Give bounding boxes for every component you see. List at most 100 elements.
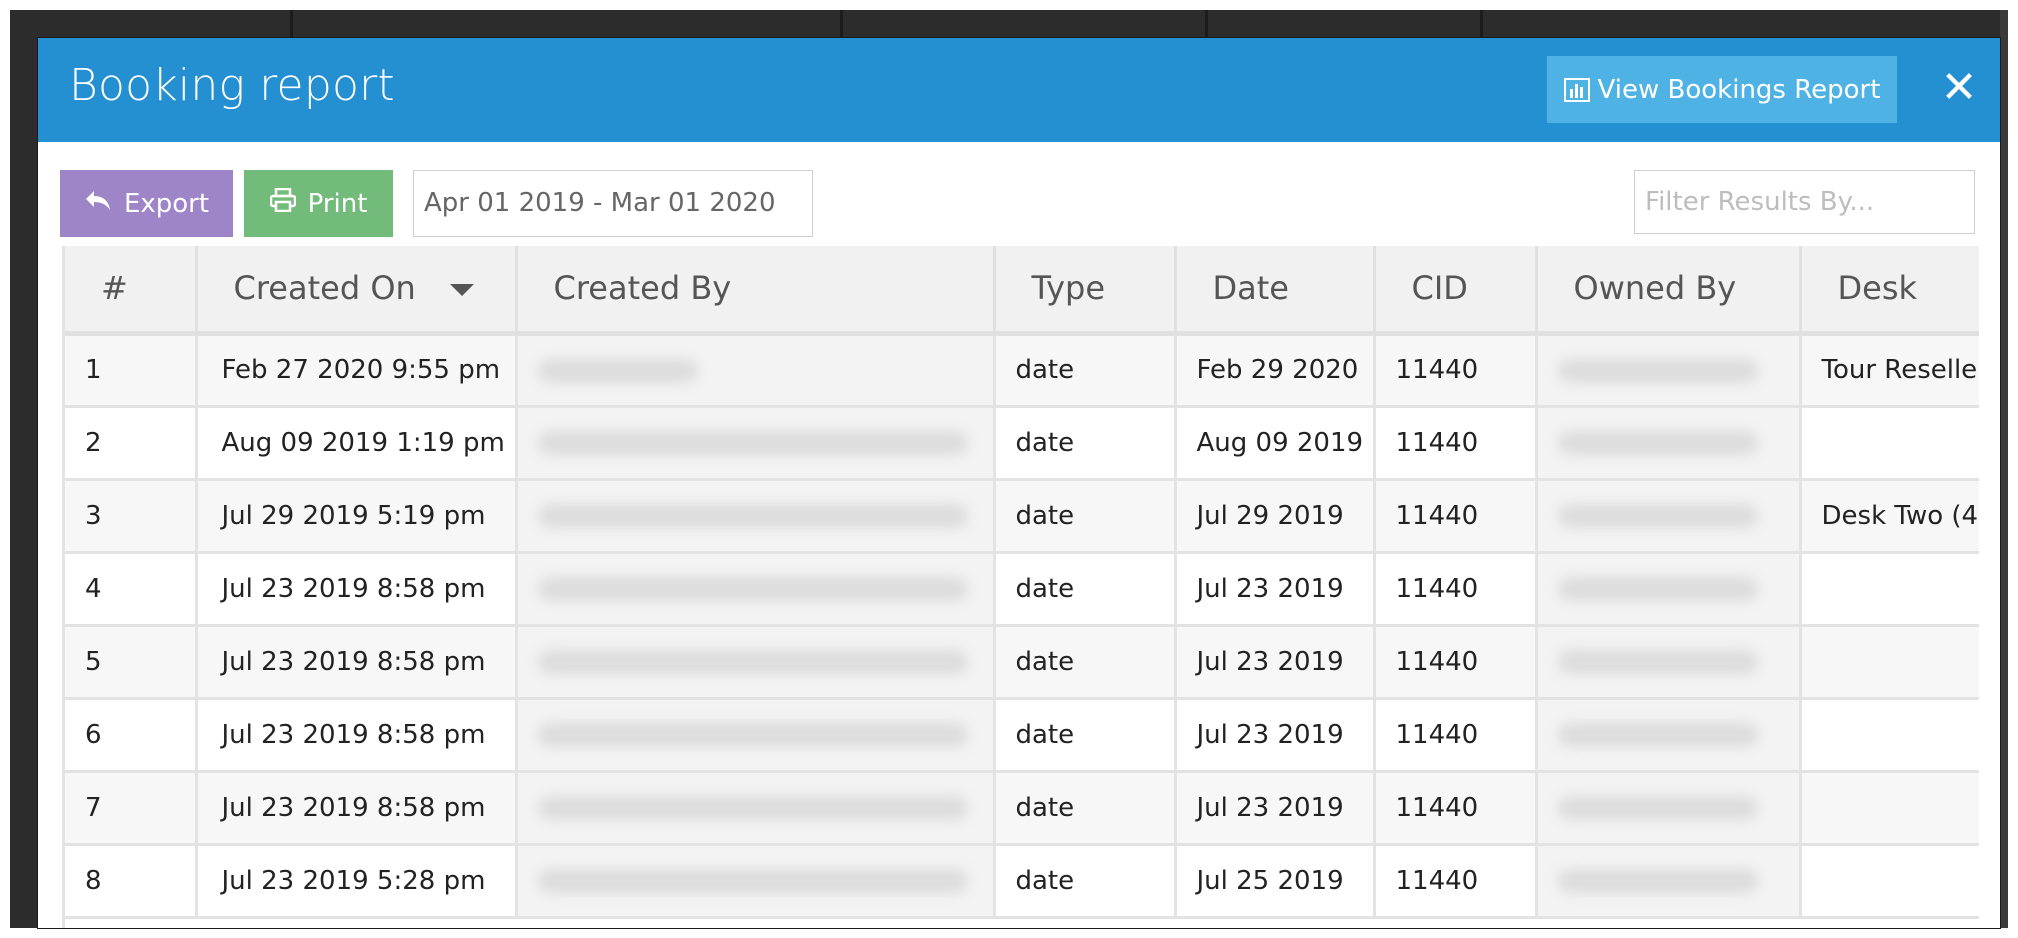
view-bookings-report-label: View Bookings Report [1597, 74, 1881, 105]
redacted-text [1557, 431, 1758, 455]
column-header-number[interactable]: # [65, 246, 198, 336]
cell-number: 7 [65, 771, 198, 846]
table-row[interactable]: 4 Jul 23 2019 8:58 pm date Jul 23 2019 1… [65, 552, 1979, 627]
cell-type: date [994, 406, 1177, 481]
bookings-table-container[interactable]: # Created On Created By Type Date CID Ow… [62, 246, 1979, 928]
redacted-text [1557, 869, 1758, 893]
cell-number: 3 [65, 479, 198, 554]
column-header-cid[interactable]: CID [1374, 246, 1538, 336]
cell-owned-by-redacted [1536, 625, 1802, 700]
cell-desk [1800, 552, 1979, 627]
cell-cid: 11440 [1374, 552, 1538, 627]
cell-created-on: Jul 23 2019 8:58 pm [196, 698, 518, 773]
cell-date: Jul 29 2019 [1175, 479, 1376, 554]
date-range-picker[interactable]: Apr 01 2019 - Mar 01 2020 [413, 170, 813, 237]
cell-date: Jul 23 2019 [1175, 625, 1376, 700]
cell-type: date [994, 698, 1177, 773]
column-header-created-on[interactable]: Created On [196, 246, 518, 336]
cell-created-on: Feb 27 2020 9:55 pm [196, 333, 518, 408]
cell-created-by-redacted [516, 625, 996, 700]
cell-date: Feb 29 2020 [1175, 333, 1376, 408]
column-header-type[interactable]: Type [994, 246, 1177, 336]
redacted-text [1557, 577, 1758, 601]
redacted-text [1557, 650, 1758, 674]
view-bookings-report-button[interactable]: View Bookings Report [1547, 56, 1897, 123]
cell-desk [1800, 698, 1979, 773]
column-header-desk[interactable]: Desk [1800, 246, 1979, 336]
redacted-text [1557, 358, 1758, 383]
cell-owned-by-redacted [1536, 844, 1802, 919]
print-label: Print [307, 188, 368, 219]
table-row[interactable]: 7 Jul 23 2019 8:58 pm date Jul 23 2019 1… [65, 771, 1979, 846]
cell-cid: 11440 [1374, 698, 1538, 773]
cell-desk [1800, 406, 1979, 481]
export-label: Export [123, 188, 210, 219]
cell-date: Aug 09 2019 [1175, 406, 1376, 481]
cell-date: Jul 25 2019 [1175, 844, 1376, 919]
modal-title: Booking report [69, 60, 395, 111]
column-header-owned-by[interactable]: Owned By [1536, 246, 1802, 336]
cell-created-by-redacted [516, 479, 996, 554]
cell-type: date [994, 552, 1177, 627]
cell-owned-by-redacted [1536, 479, 1802, 554]
cell-created-on: Jul 29 2019 5:19 pm [196, 479, 518, 554]
cell-date: Jul 23 2019 [1175, 698, 1376, 773]
cell-number: 1 [65, 333, 198, 408]
redacted-text [1557, 504, 1758, 528]
cell-number: 2 [65, 406, 198, 481]
cell-owned-by-redacted [1536, 333, 1802, 408]
cell-type: date [994, 333, 1177, 408]
cell-date: Jul 23 2019 [1175, 771, 1376, 846]
cell-created-on: Jul 23 2019 8:58 pm [196, 625, 518, 700]
booking-report-modal: Booking report View Bookings Report ✕ Ex… [38, 38, 2000, 928]
printer-icon [269, 187, 296, 219]
print-button[interactable]: Print [244, 170, 393, 237]
filter-results-input[interactable] [1634, 170, 1975, 234]
cell-created-on: Jul 23 2019 5:28 pm [196, 844, 518, 919]
cell-type: date [994, 479, 1177, 554]
redacted-text [537, 723, 968, 747]
background-divider [840, 10, 843, 40]
cell-desk: Desk Two (42 [1800, 479, 1979, 554]
cell-created-on: Jul 23 2019 8:58 pm [196, 552, 518, 627]
cell-number: 4 [65, 552, 198, 627]
column-header-date[interactable]: Date [1175, 246, 1376, 336]
table-row[interactable]: 2 Aug 09 2019 1:19 pm date Aug 09 2019 1… [65, 406, 1979, 481]
cell-type: date [994, 844, 1177, 919]
cell-owned-by-redacted [1536, 771, 1802, 846]
redacted-text [537, 650, 968, 674]
reply-arrow-icon [84, 188, 112, 219]
close-icon[interactable]: ✕ [1933, 62, 1985, 114]
cell-number: 5 [65, 625, 198, 700]
bar-chart-icon [1563, 77, 1590, 102]
table-row[interactable]: 5 Jul 23 2019 8:58 pm date Jul 23 2019 1… [65, 625, 1979, 700]
cell-created-by-redacted [516, 698, 996, 773]
redacted-text [1557, 723, 1758, 747]
table-row[interactable]: 1 Feb 27 2020 9:55 pm date Feb 29 2020 1… [65, 333, 1979, 408]
cell-date: Jul 23 2019 [1175, 552, 1376, 627]
cell-cid: 11440 [1374, 333, 1538, 408]
cell-created-by-redacted [516, 771, 996, 846]
cell-created-on: Jul 23 2019 8:58 pm [196, 771, 518, 846]
background-divider [1205, 10, 1208, 40]
background-divider [1480, 10, 1483, 40]
cell-owned-by-redacted [1536, 552, 1802, 627]
table-row[interactable]: 3 Jul 29 2019 5:19 pm date Jul 29 2019 1… [65, 479, 1979, 554]
table-row[interactable]: 6 Jul 23 2019 8:58 pm date Jul 23 2019 1… [65, 698, 1979, 773]
cell-owned-by-redacted [1536, 698, 1802, 773]
cell-cid: 11440 [1374, 771, 1538, 846]
table-row[interactable]: 8 Jul 23 2019 5:28 pm date Jul 25 2019 1… [65, 844, 1979, 919]
export-button[interactable]: Export [60, 170, 233, 237]
caret-down-icon [449, 284, 474, 297]
modal-header: Booking report View Bookings Report ✕ [38, 38, 2000, 142]
redacted-text [537, 577, 968, 601]
cell-desk [1800, 625, 1979, 700]
bookings-table: # Created On Created By Type Date CID Ow… [65, 246, 1979, 919]
redacted-text [537, 869, 968, 893]
cell-desk: Tour Reseller [1800, 333, 1979, 408]
cell-cid: 11440 [1374, 844, 1538, 919]
table-header-row: # Created On Created By Type Date CID Ow… [65, 246, 1979, 336]
cell-type: date [994, 625, 1177, 700]
column-header-created-by[interactable]: Created By [516, 246, 996, 336]
cell-cid: 11440 [1374, 625, 1538, 700]
